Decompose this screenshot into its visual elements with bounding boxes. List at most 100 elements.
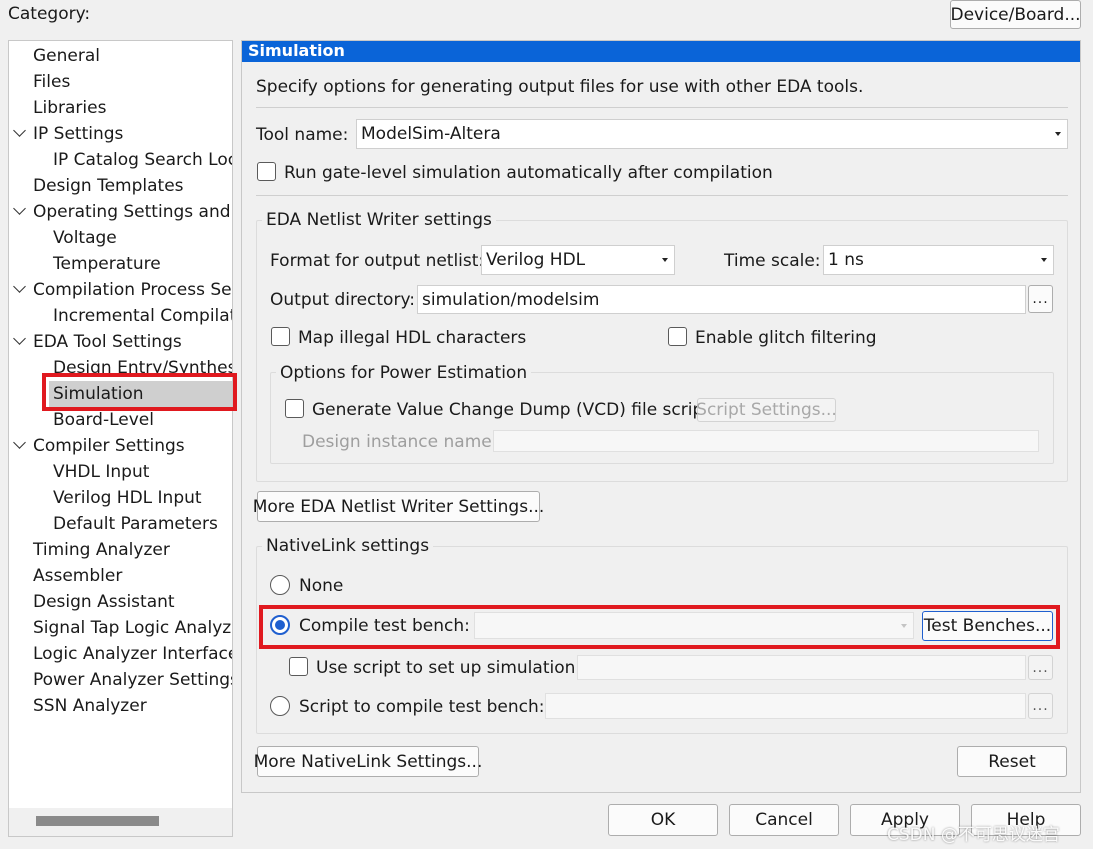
sidebar-item-signal-tap-logic-analyze[interactable]: Signal Tap Logic Analyze: [9, 615, 232, 641]
sidebar-item-operating-settings-and-c[interactable]: Operating Settings and C: [9, 199, 232, 225]
sidebar-item-verilog-hdl-input[interactable]: Verilog HDL Input: [9, 485, 232, 511]
compile-test-bench-highlight-box: [259, 605, 1060, 649]
sidebar-item-voltage[interactable]: Voltage: [9, 225, 232, 251]
chevron-down-icon[interactable]: [13, 436, 26, 449]
time-scale-label: Time scale:: [724, 251, 821, 271]
sidebar-item-label: Files: [33, 72, 71, 92]
sidebar-item-label: Libraries: [33, 98, 107, 118]
script-compile-radio[interactable]: [270, 696, 290, 716]
category-tree[interactable]: General Files Libraries IP Settings IP Catal…: [8, 40, 233, 837]
sidebar-item-label: General: [33, 46, 100, 66]
use-script-checkbox[interactable]: [289, 657, 308, 676]
script-settings-button[interactable]: Script Settings...: [696, 398, 837, 422]
use-script-field[interactable]: [577, 655, 1026, 680]
sidebar-item-vhdl-input[interactable]: VHDL Input: [9, 459, 232, 485]
sidebar-item-label: Signal Tap Logic Analyze: [33, 618, 233, 638]
device-board-button[interactable]: Device/Board...: [950, 0, 1081, 29]
sidebar-item-power-analyzer-settings[interactable]: Power Analyzer Settings: [9, 667, 232, 693]
tool-name-combo[interactable]: ModelSim-Altera: [356, 119, 1068, 149]
scrollbar-thumb[interactable]: [36, 816, 159, 826]
watermark-text: CSDN @不可思议迷宫: [887, 825, 1060, 845]
divider: [256, 195, 1068, 196]
format-label: Format for output netlist:: [270, 251, 485, 271]
map-illegal-checkbox[interactable]: [271, 327, 290, 346]
script-compile-label: Script to compile test bench:: [299, 697, 545, 717]
design-instance-field[interactable]: [493, 430, 1039, 452]
script-compile-field[interactable]: [545, 693, 1026, 719]
panel-description: Specify options for generating output fi…: [256, 77, 864, 97]
output-dir-field[interactable]: simulation/modelsim: [417, 285, 1026, 314]
design-instance-label: Design instance name:: [302, 432, 498, 452]
tree-items: General Files Libraries IP Settings IP Catal…: [9, 41, 232, 801]
panel-title: Simulation: [248, 41, 345, 60]
time-scale-value: 1 ns: [828, 250, 864, 270]
time-scale-combo[interactable]: 1 ns: [823, 245, 1054, 275]
glitch-filter-label: Enable glitch filtering: [695, 328, 877, 348]
chevron-down-icon[interactable]: [13, 202, 26, 215]
chevron-down-icon[interactable]: [13, 332, 26, 345]
sidebar-item-ssn-analyzer[interactable]: SSN Analyzer: [9, 693, 232, 719]
sidebar-item-label: Compilation Process Set: [33, 280, 233, 300]
sidebar-item-label: Assembler: [33, 566, 123, 586]
sidebar-item-label: EDA Tool Settings: [33, 332, 182, 352]
sidebar-item-label: Voltage: [53, 228, 117, 248]
none-radio-label: None: [299, 576, 344, 596]
script-compile-browse-button[interactable]: ...: [1028, 693, 1053, 719]
vcd-checkbox[interactable]: [285, 399, 304, 418]
sidebar-item-label: IP Settings: [33, 124, 124, 144]
glitch-filter-checkbox[interactable]: [668, 327, 687, 346]
sidebar-item-label: Incremental Compilati: [53, 306, 233, 326]
sidebar-item-label: VHDL Input: [53, 462, 150, 482]
panel-title-bar: Simulation: [242, 41, 1080, 62]
eda-netlist-group-title: EDA Netlist Writer settings: [262, 210, 496, 230]
format-value: Verilog HDL: [486, 250, 586, 270]
nativelink-group-title: NativeLink settings: [262, 536, 434, 556]
map-illegal-label: Map illegal HDL characters: [298, 328, 527, 348]
more-nativelink-button[interactable]: More NativeLink Settings...: [254, 746, 482, 777]
output-dir-value: simulation/modelsim: [422, 289, 600, 310]
sidebar-item-logic-analyzer-interface[interactable]: Logic Analyzer Interface: [9, 641, 232, 667]
sidebar-item-general[interactable]: General: [9, 43, 232, 69]
sidebar-item-label: Design Templates: [33, 176, 184, 196]
chevron-down-icon[interactable]: [13, 280, 26, 293]
sidebar-item-incremental-compilati[interactable]: Incremental Compilati: [9, 303, 232, 329]
sidebar-item-files[interactable]: Files: [9, 69, 232, 95]
power-estimation-group-title: Options for Power Estimation: [276, 363, 532, 383]
sidebar-item-compilation-process-set[interactable]: Compilation Process Set: [9, 277, 232, 303]
cancel-button[interactable]: Cancel: [729, 804, 839, 836]
sidebar-item-design-assistant[interactable]: Design Assistant: [9, 589, 232, 615]
sidebar-item-label: Design Assistant: [33, 592, 175, 612]
sidebar-item-temperature[interactable]: Temperature: [9, 251, 232, 277]
divider: [256, 107, 1068, 108]
more-eda-netlist-button[interactable]: More EDA Netlist Writer Settings...: [253, 491, 544, 522]
horizontal-scrollbar[interactable]: [9, 808, 232, 836]
output-dir-browse-button[interactable]: ...: [1028, 285, 1053, 313]
sidebar-item-label: SSN Analyzer: [33, 696, 147, 716]
sidebar-item-libraries[interactable]: Libraries: [9, 95, 232, 121]
sidebar-item-compiler-settings[interactable]: Compiler Settings: [9, 433, 232, 459]
sidebar-item-ip-settings[interactable]: IP Settings: [9, 121, 232, 147]
format-combo[interactable]: Verilog HDL: [481, 245, 675, 275]
tool-name-label: Tool name:: [256, 125, 349, 145]
sidebar-item-label: Default Parameters: [53, 514, 218, 534]
sidebar-item-default-parameters[interactable]: Default Parameters: [9, 511, 232, 537]
sidebar-item-ip-catalog-search-loca[interactable]: IP Catalog Search Loca: [9, 147, 232, 173]
sidebar-item-label: Board-Level: [53, 410, 154, 430]
sidebar-item-timing-analyzer[interactable]: Timing Analyzer: [9, 537, 232, 563]
sidebar-item-eda-tool-settings[interactable]: EDA Tool Settings: [9, 329, 232, 355]
tool-name-value: ModelSim-Altera: [361, 124, 501, 144]
reset-button[interactable]: Reset: [957, 746, 1067, 777]
run-gate-level-checkbox[interactable]: [257, 162, 276, 181]
dropdown-arrow-icon: [1055, 132, 1061, 136]
sidebar-item-label: IP Catalog Search Loca: [53, 150, 233, 170]
sidebar-item-assembler[interactable]: Assembler: [9, 563, 232, 589]
category-label: Category:: [8, 4, 91, 24]
vcd-label: Generate Value Change Dump (VCD) file sc…: [312, 400, 710, 420]
ok-button[interactable]: OK: [608, 804, 718, 836]
dropdown-arrow-icon: [1041, 258, 1047, 262]
chevron-down-icon[interactable]: [13, 124, 26, 137]
sidebar-item-label: Logic Analyzer Interface: [33, 644, 233, 664]
sidebar-item-design-templates[interactable]: Design Templates: [9, 173, 232, 199]
none-radio[interactable]: [270, 575, 290, 595]
use-script-browse-button[interactable]: ...: [1028, 655, 1053, 680]
